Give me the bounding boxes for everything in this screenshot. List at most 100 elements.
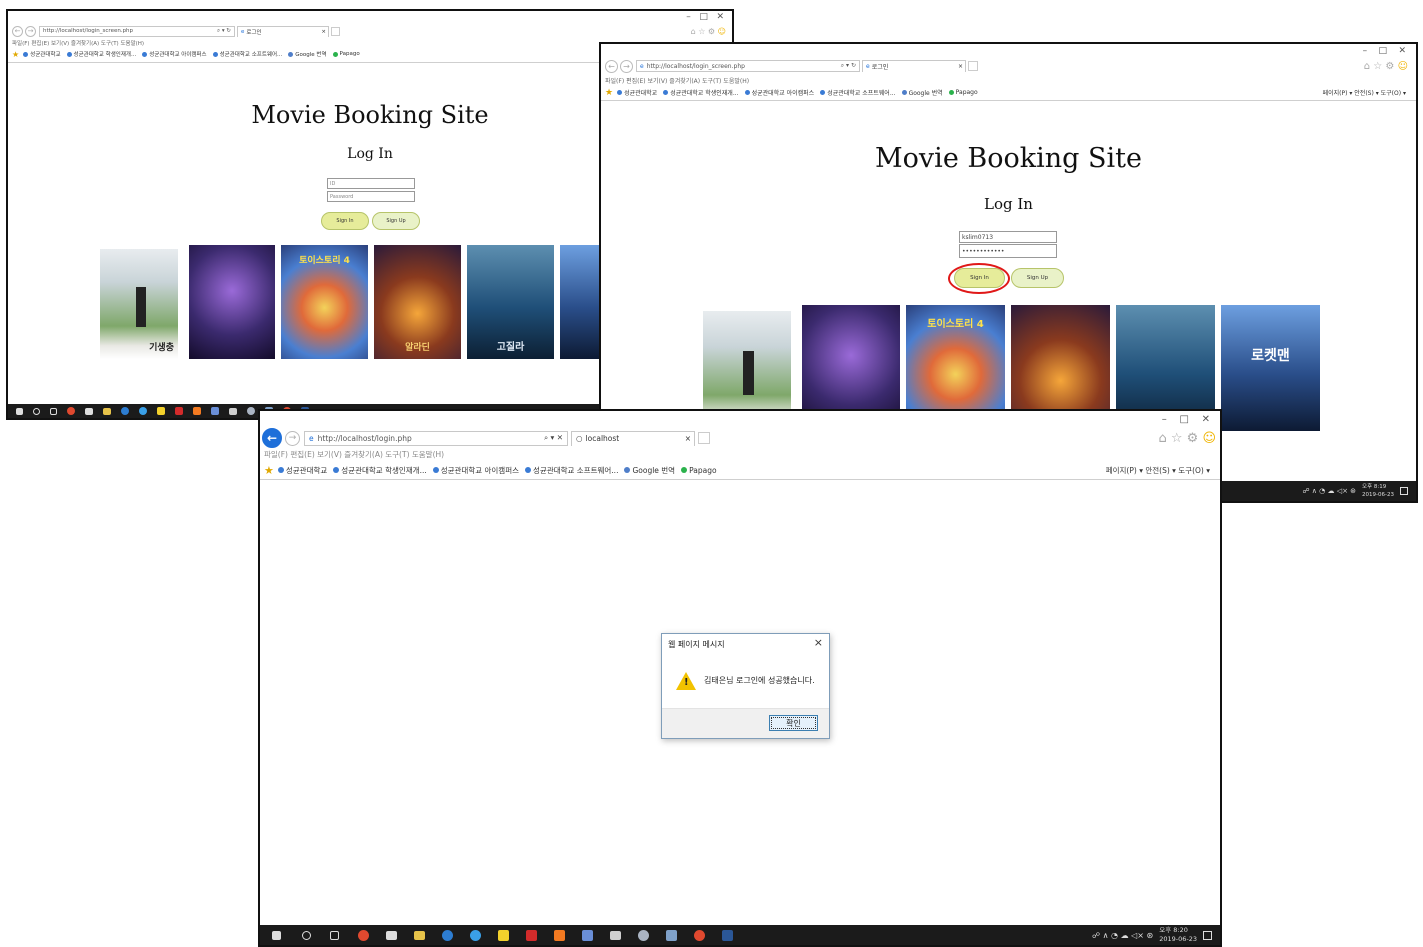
favorites-star-icon[interactable]: ★ — [264, 464, 274, 477]
new-tab-button[interactable] — [968, 61, 978, 71]
terminal-icon[interactable] — [610, 930, 621, 940]
fav-item[interactable]: 성균관대학교 — [23, 50, 61, 58]
xampp-icon[interactable] — [193, 407, 201, 415]
task-view-icon[interactable] — [50, 407, 57, 415]
app-icon[interactable] — [582, 929, 593, 941]
id-input[interactable]: kslim0713 — [959, 231, 1057, 243]
address-bar[interactable]: e http://localhost/login.php ⌕ ▾ ✕ — [304, 430, 568, 446]
search-refresh-icon[interactable]: ⌕ ▾ ↻ — [217, 28, 234, 35]
favorites-star-icon[interactable]: ★ — [605, 88, 613, 98]
poster-godzilla[interactable]: 고질라 — [467, 245, 554, 359]
fav-item[interactable]: Google 번역 — [901, 88, 943, 97]
password-input[interactable]: Password — [327, 191, 415, 202]
window-controls[interactable]: – □ ✕ — [1162, 414, 1210, 425]
command-bar[interactable]: 페이지(P) ▾ 안전(S) ▾ 도구(O) ▾ — [1106, 465, 1210, 476]
command-bar[interactable]: 페이지(P) ▾ 안전(S) ▾ 도구(O) ▾ — [1323, 88, 1406, 97]
new-tab-button[interactable] — [331, 26, 340, 36]
poster-rocketman[interactable]: 로켓맨 — [1221, 305, 1320, 431]
fav-item[interactable]: 성균관대학교 소프트웨어... — [820, 88, 896, 97]
dialog-close-icon[interactable]: × — [814, 636, 823, 649]
fav-item[interactable]: 성균관대학교 학생인재개... — [333, 465, 427, 476]
signup-button[interactable]: Sign Up — [372, 212, 420, 230]
terminal-icon[interactable] — [229, 407, 237, 415]
signup-button[interactable]: Sign Up — [1011, 268, 1064, 288]
address-bar[interactable]: http://localhost/login_screen.php ⌕ ▾ ↻ — [39, 25, 235, 37]
notification-icon[interactable] — [1400, 487, 1408, 495]
fav-item[interactable]: Google 번역 — [288, 50, 327, 58]
poster-parasite[interactable]: 기생충 — [100, 249, 178, 359]
menu-bar[interactable]: 파일(F) 편집(E) 보기(V) 즐겨찾기(A) 도구(T) 도움말(H) — [12, 39, 144, 47]
settings-icon[interactable] — [638, 929, 649, 941]
search-icon[interactable] — [302, 930, 311, 940]
new-tab-button[interactable] — [698, 432, 710, 444]
signin-button[interactable]: Sign In — [321, 212, 369, 230]
clock[interactable]: 오후 8:19 2019-06-23 — [1362, 483, 1394, 499]
fav-item[interactable]: 성균관대학교 소프트웨어... — [212, 50, 282, 58]
browser-tab[interactable]: ○ localhost × — [571, 430, 695, 446]
forward-button[interactable]: → — [620, 59, 633, 73]
mail-icon[interactable] — [85, 407, 93, 415]
task-view-icon[interactable] — [330, 930, 339, 940]
word-icon[interactable] — [722, 929, 733, 941]
id-input[interactable]: ID — [327, 178, 415, 189]
xampp-icon[interactable] — [554, 929, 565, 941]
sticky-notes-icon[interactable] — [498, 929, 509, 941]
search-icon[interactable] — [33, 407, 40, 415]
password-input[interactable]: •••••••••••• — [959, 244, 1057, 258]
start-icon[interactable] — [16, 407, 23, 415]
fav-item[interactable]: 성균관대학교 — [277, 465, 327, 476]
ie-icon[interactable] — [470, 929, 481, 941]
poster-toy-story[interactable]: 토이스토리 4 — [281, 245, 368, 359]
back-button[interactable]: ← — [12, 25, 23, 37]
clock[interactable]: 오후 8:20 2019-06-23 — [1159, 926, 1197, 944]
search-refresh-icon[interactable]: ⌕ ▾ ↻ — [841, 62, 859, 70]
address-bar[interactable]: e http://localhost/login_screen.php ⌕ ▾ … — [636, 60, 860, 72]
menu-bar[interactable]: 파일(F) 편집(E) 보기(V) 즐겨찾기(A) 도구(T) 도움말(H) — [605, 76, 749, 85]
edge-icon[interactable] — [442, 929, 453, 941]
home-star-gear-icons[interactable]: ⌂ ☆ ⚙ ☺ — [691, 27, 726, 36]
chrome-icon[interactable] — [67, 407, 75, 415]
fav-item[interactable]: 성균관대학교 아이캠퍼스 — [744, 88, 814, 97]
browser-tab[interactable]: e 로그인 × — [862, 60, 966, 72]
back-button[interactable]: ← — [605, 59, 618, 73]
browser-tab[interactable]: e 로그인 × — [237, 25, 329, 37]
fav-item[interactable]: Google 번역 — [624, 465, 675, 476]
home-star-gear-icons[interactable]: ⌂ ☆ ⚙ ☺ — [1364, 61, 1408, 72]
acrobat-icon[interactable] — [526, 929, 537, 941]
edge-icon[interactable] — [121, 407, 129, 415]
tab-close-icon[interactable]: × — [321, 29, 328, 35]
tab-close-icon[interactable]: × — [958, 63, 965, 70]
fav-item[interactable]: Papago — [332, 51, 360, 57]
tray-icons[interactable]: ☍ ∧ ◔ ☁ ◁× ⊛ — [1302, 487, 1356, 495]
app-icon[interactable] — [211, 407, 219, 415]
fav-item[interactable]: 성균관대학교 — [617, 88, 657, 97]
folder-icon[interactable] — [414, 930, 425, 940]
notification-icon[interactable] — [1203, 930, 1212, 940]
tray-icons[interactable]: ☍ ∧ ◔ ☁ ◁× ⊛ — [1092, 931, 1153, 940]
fav-item[interactable]: 성균관대학교 아이캠퍼스 — [432, 465, 519, 476]
chrome-icon[interactable] — [358, 929, 369, 941]
ie-icon[interactable] — [139, 407, 147, 415]
search-stop-icon[interactable]: ⌕ ▾ ✕ — [544, 433, 567, 443]
tab-close-icon[interactable]: × — [685, 434, 694, 443]
fav-item[interactable]: 성균관대학교 학생인재개... — [66, 50, 136, 58]
start-icon[interactable] — [272, 930, 281, 940]
fav-item[interactable]: Papago — [681, 466, 717, 475]
fav-item[interactable]: 성균관대학교 소프트웨어... — [525, 465, 618, 476]
app-icon[interactable] — [666, 929, 677, 941]
favorites-star-icon[interactable]: ★ — [12, 50, 19, 59]
menu-bar[interactable]: 파일(F) 편집(E) 보기(V) 즐겨찾기(A) 도구(T) 도움말(H) — [264, 449, 444, 460]
acrobat-icon[interactable] — [175, 407, 183, 415]
ok-button[interactable]: 확인 — [769, 715, 818, 731]
fav-item[interactable]: 성균관대학교 아이캠퍼스 — [142, 50, 207, 58]
folder-icon[interactable] — [103, 407, 111, 415]
home-star-gear-icons[interactable]: ⌂ ☆ ⚙ ☺ — [1158, 431, 1216, 446]
app-icon[interactable] — [694, 929, 705, 941]
window-controls[interactable]: – □ ✕ — [1363, 46, 1406, 56]
forward-button[interactable]: → — [285, 430, 300, 446]
fav-item[interactable]: 성균관대학교 학생인재개... — [663, 88, 739, 97]
settings-icon[interactable] — [247, 407, 255, 415]
poster-avengers[interactable] — [189, 245, 275, 359]
window-controls[interactable]: – □ ✕ — [686, 12, 724, 22]
sticky-notes-icon[interactable] — [157, 407, 165, 415]
